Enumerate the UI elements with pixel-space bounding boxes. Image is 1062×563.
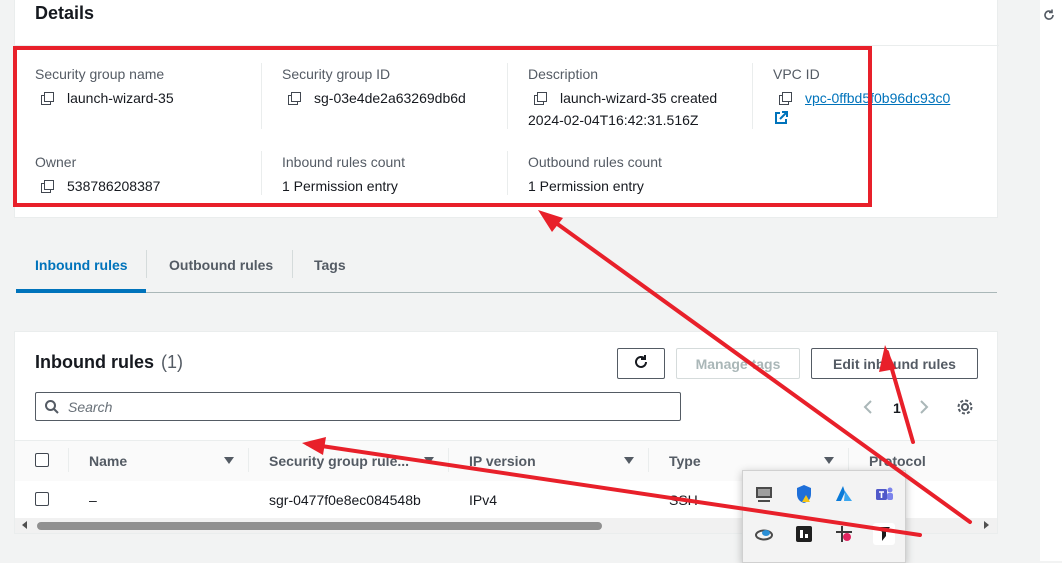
edit-inbound-rules-button[interactable]: Edit inbound rules	[811, 348, 978, 379]
sort-icon[interactable]	[224, 457, 234, 464]
pin-app-icon[interactable]	[873, 523, 895, 545]
column-header-type[interactable]: Type	[669, 453, 701, 469]
tab-inbound-rules[interactable]: Inbound rules	[35, 257, 128, 273]
description-label: Description	[528, 66, 599, 82]
refresh-icon[interactable]	[1042, 8, 1056, 25]
vpc-id-label: VPC ID	[773, 66, 820, 82]
row-name: –	[89, 492, 97, 508]
screen-capture-icon[interactable]	[833, 523, 855, 545]
inbound-count-label: Inbound rules count	[282, 154, 405, 170]
select-all-checkbox[interactable]	[35, 453, 49, 467]
sort-icon[interactable]	[824, 457, 834, 464]
owner-value: 538786208387	[67, 178, 161, 194]
cloud-sync-icon[interactable]	[753, 523, 775, 545]
copy-icon[interactable]	[288, 92, 301, 105]
sg-name-label: Security group name	[35, 66, 165, 82]
column-divider	[248, 448, 249, 472]
column-divider	[752, 63, 753, 129]
display-settings-icon[interactable]	[753, 483, 775, 505]
external-link-icon[interactable]	[774, 111, 788, 128]
column-header-rule[interactable]: Security group rule...	[269, 453, 409, 469]
scroll-right-arrow-icon[interactable]	[984, 521, 989, 529]
details-title: Details	[35, 3, 95, 23]
system-tray-overflow-popup	[742, 470, 906, 563]
next-page-icon[interactable]	[919, 399, 929, 418]
tab-separator	[146, 250, 147, 278]
tab-outbound-rules[interactable]: Outbound rules	[169, 257, 273, 273]
column-header-ip-version[interactable]: IP version	[469, 453, 536, 469]
column-header-protocol[interactable]: Protocol	[869, 453, 926, 469]
row-rule-id[interactable]: sgr-0477f0e8ec084548b	[269, 492, 421, 508]
inbound-rules-title: Inbound rules (1)	[35, 352, 183, 373]
manage-tags-button[interactable]: Manage tags	[676, 348, 800, 379]
inbound-rules-count: (1)	[161, 352, 184, 372]
inbound-count-value: 1 Permission entry	[282, 178, 398, 194]
details-header-divider	[15, 45, 999, 46]
sg-id-value: sg-03e4de2a63269db6d	[314, 90, 466, 106]
column-divider	[261, 63, 262, 129]
preferences-gear-icon[interactable]	[956, 398, 974, 419]
tab-separator	[292, 250, 293, 278]
description-value-line2: 2024-02-04T16:42:31.516Z	[528, 112, 699, 128]
vpc-id-link[interactable]: vpc-0ffbd5f0b96dc93c0	[805, 90, 950, 106]
scrollbar-thumb[interactable]	[37, 522, 602, 530]
column-divider	[507, 151, 508, 195]
copy-icon[interactable]	[534, 92, 547, 105]
refresh-button[interactable]	[617, 348, 665, 379]
sg-name-value: launch-wizard-35	[67, 90, 174, 106]
row-type: SSH	[669, 492, 698, 508]
prev-page-icon[interactable]	[863, 399, 873, 418]
column-divider	[261, 151, 262, 195]
page-number[interactable]: 1	[893, 400, 901, 416]
search-icon	[44, 399, 60, 418]
active-tab-indicator	[16, 289, 146, 293]
scroll-left-arrow-icon[interactable]	[22, 521, 27, 529]
column-divider	[848, 448, 849, 472]
column-header-name[interactable]: Name	[89, 453, 127, 469]
row-checkbox[interactable]	[35, 492, 49, 506]
copy-icon[interactable]	[41, 180, 54, 193]
page-scrollbar[interactable]	[1040, 0, 1062, 561]
column-divider	[68, 448, 69, 472]
copy-icon[interactable]	[779, 92, 792, 105]
security-shield-icon[interactable]	[793, 483, 815, 505]
column-divider	[507, 63, 508, 129]
sort-icon[interactable]	[424, 457, 434, 464]
dark-app-icon[interactable]	[793, 523, 815, 545]
sort-icon[interactable]	[624, 457, 634, 464]
sg-id-label: Security group ID	[282, 66, 391, 82]
row-ip-version: IPv4	[469, 492, 498, 508]
tab-tags[interactable]: Tags	[314, 257, 346, 273]
outbound-count-label: Outbound rules count	[528, 154, 662, 170]
column-divider	[648, 448, 649, 472]
search-input[interactable]: Search	[35, 392, 681, 421]
details-panel: Details Security group name launch-wizar…	[14, 0, 999, 218]
refresh-icon	[632, 353, 650, 374]
teams-icon[interactable]	[873, 483, 895, 505]
owner-label: Owner	[35, 154, 77, 170]
azure-a-icon[interactable]	[833, 483, 855, 505]
inbound-rules-title-text: Inbound rules	[35, 352, 154, 372]
column-divider	[448, 448, 449, 472]
copy-icon[interactable]	[41, 92, 54, 105]
description-value-line1: launch-wizard-35 created	[560, 90, 718, 106]
outbound-count-value: 1 Permission entry	[528, 178, 644, 194]
search-placeholder: Search	[68, 399, 113, 415]
tabs-divider	[16, 292, 997, 293]
